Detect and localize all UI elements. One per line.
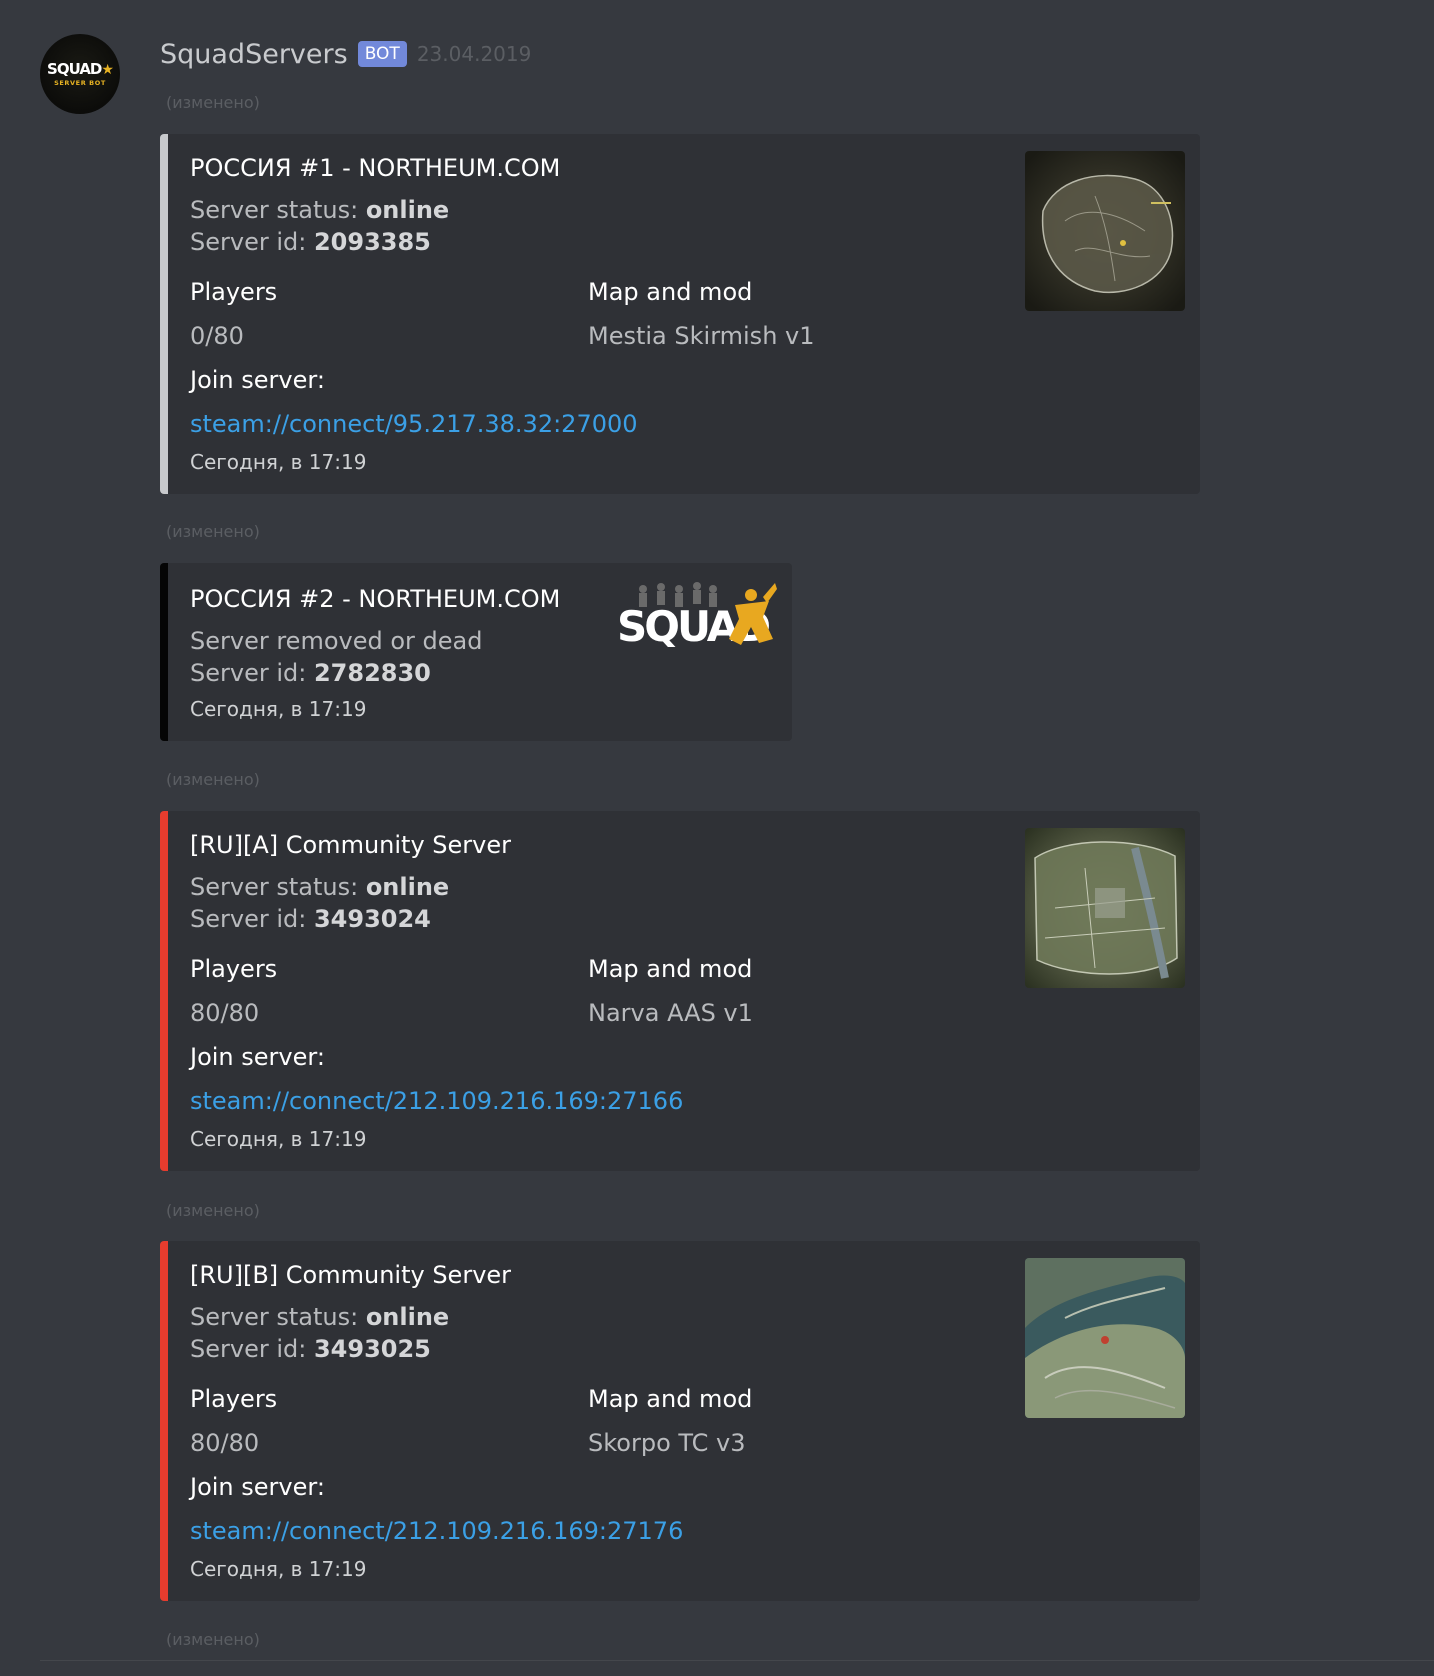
embed-footer: Сегодня, в 17:19: [190, 450, 367, 474]
map-value: Skorpo TC v3: [588, 1429, 746, 1457]
divider: [40, 1660, 1434, 1661]
join-label: Join server:: [190, 366, 325, 394]
map-label: Map and mod: [588, 278, 753, 306]
edited-label: (изменено): [166, 522, 260, 541]
server-status: Server status: online: [190, 873, 450, 901]
server-embed-removed: РОССИЯ #2 - NORTHEUM.COM Server removed …: [160, 563, 792, 741]
squad-logo: SQUAD: [613, 577, 778, 657]
join-label: Join server:: [190, 1473, 325, 1501]
players-label: Players: [190, 278, 278, 306]
players-value: 80/80: [190, 1429, 260, 1457]
players-label: Players: [190, 1385, 278, 1413]
embed-title: [RU][B] Community Server: [190, 1261, 512, 1289]
map-thumbnail-mestia[interactable]: [1025, 151, 1185, 311]
bot-badge: BOT: [357, 41, 407, 67]
map-thumbnail-narva[interactable]: [1025, 828, 1185, 988]
server-status: Server status: online: [190, 196, 450, 224]
embed-title: РОССИЯ #2 - NORTHEUM.COM: [190, 585, 561, 613]
server-id: Server id: 3493025: [190, 1335, 431, 1363]
join-link[interactable]: steam://connect/212.109.216.169:27176: [190, 1517, 683, 1545]
removed-status: Server removed or dead: [190, 627, 483, 655]
author-name[interactable]: SquadServers: [160, 39, 348, 70]
embed-title: РОССИЯ #1 - NORTHEUM.COM: [190, 154, 561, 182]
edited-label: (изменено): [166, 770, 260, 789]
embed-footer: Сегодня, в 17:19: [190, 1127, 367, 1151]
players-value: 80/80: [190, 999, 260, 1027]
bot-avatar[interactable]: SQUAD★ SERVER BOT: [40, 34, 120, 114]
server-embed: [RU][B] Community Server Server status: …: [160, 1241, 1200, 1601]
map-value: Narva AAS v1: [588, 999, 753, 1027]
message-header: SquadServers BOT 23.04.2019: [160, 34, 531, 74]
map-value: Mestia Skirmish v1: [588, 322, 815, 350]
edited-label: (изменено): [166, 1201, 260, 1220]
edited-label: (изменено): [166, 93, 260, 112]
map-label: Map and mod: [588, 955, 753, 983]
map-thumbnail-skorpo[interactable]: [1025, 1258, 1185, 1418]
join-link[interactable]: steam://connect/95.217.38.32:27000: [190, 410, 638, 438]
server-id: Server id: 2782830: [190, 659, 431, 687]
join-label: Join server:: [190, 1043, 325, 1071]
map-label: Map and mod: [588, 1385, 753, 1413]
edited-label: (изменено): [166, 1630, 260, 1649]
join-link[interactable]: steam://connect/212.109.216.169:27166: [190, 1087, 683, 1115]
server-embed: РОССИЯ #1 - NORTHEUM.COM Server status: …: [160, 134, 1200, 494]
server-id: Server id: 3493024: [190, 905, 431, 933]
embed-title: [RU][A] Community Server: [190, 831, 511, 859]
avatar-logo: SQUAD★: [47, 59, 114, 78]
embed-footer: Сегодня, в 17:19: [190, 697, 367, 721]
server-id: Server id: 2093385: [190, 228, 431, 256]
star-icon: ★: [101, 61, 114, 78]
discord-message-view: SQUAD★ SERVER BOT SquadServers BOT 23.04…: [0, 0, 1434, 1676]
embed-footer: Сегодня, в 17:19: [190, 1557, 367, 1581]
players-value: 0/80: [190, 322, 244, 350]
players-label: Players: [190, 955, 278, 983]
server-status: Server status: online: [190, 1303, 450, 1331]
avatar-subtext: SERVER BOT: [54, 78, 106, 87]
server-embed: [RU][A] Community Server Server status: …: [160, 811, 1200, 1171]
message-timestamp: 23.04.2019: [416, 42, 532, 66]
